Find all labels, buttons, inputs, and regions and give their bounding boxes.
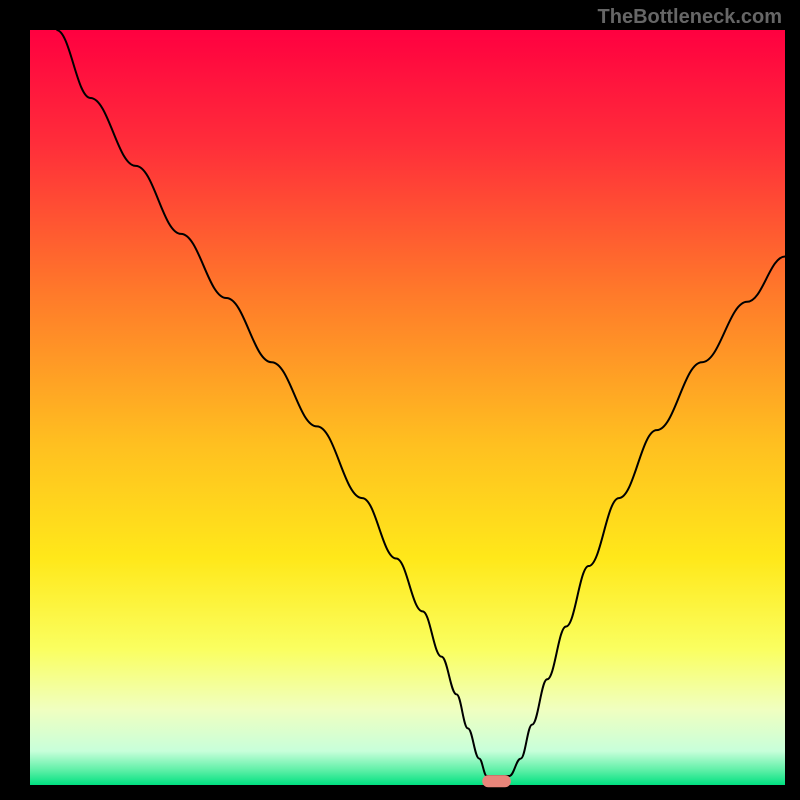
watermark-text: TheBottleneck.com [598, 6, 782, 29]
bottleneck-chart [0, 0, 800, 800]
optimal-marker [482, 775, 511, 787]
chart-container: TheBottleneck.com [0, 0, 800, 800]
plot-background [30, 30, 785, 785]
